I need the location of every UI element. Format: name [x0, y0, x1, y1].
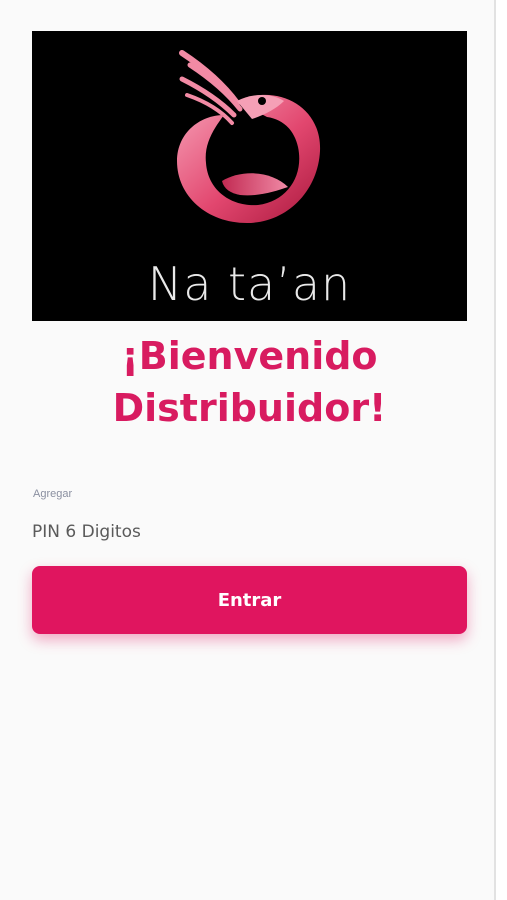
pin-field-label: Agregar: [33, 488, 73, 500]
welcome-line-2: Distribuidor!: [112, 386, 387, 430]
welcome-heading: ¡Bienvenido Distribuidor!: [32, 330, 467, 434]
enter-button[interactable]: Entrar: [32, 566, 467, 634]
welcome-line-1: ¡Bienvenido: [121, 334, 378, 378]
brand-name: Na ta’an: [147, 257, 352, 311]
brand-logo: Na ta’an: [32, 31, 467, 321]
login-screen: Na ta’an ¡Bienvenido Distribuidor! Agreg…: [0, 0, 496, 900]
pin-input[interactable]: [32, 516, 466, 548]
window-edge: [498, 0, 507, 900]
